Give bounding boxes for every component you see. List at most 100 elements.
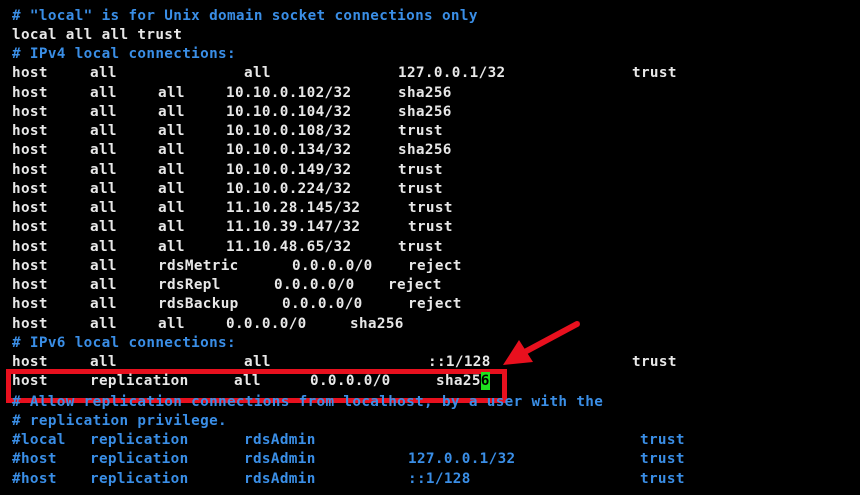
field-method: trust [640, 432, 685, 448]
comment-line: # IPv4 local connections: [12, 45, 236, 63]
field-type: host [12, 296, 48, 312]
field-address: 0.0.0.0/0 [310, 373, 391, 389]
field-database: all [90, 65, 117, 81]
field-address: ::1/128 [408, 471, 471, 487]
comment-line: # replication privilege. [12, 412, 227, 430]
field-address: 0.0.0.0/0 [292, 258, 373, 274]
field-type: host [12, 181, 48, 197]
field-method: sha256 [398, 85, 452, 101]
field-database: all [90, 142, 117, 158]
field-method: trust [408, 219, 453, 235]
field-database: all [90, 181, 117, 197]
field-database: all [90, 200, 117, 216]
field-address: 0.0.0.0/0 [282, 296, 363, 312]
field-method: sha256 [436, 372, 490, 390]
field-type: host [12, 373, 48, 389]
field-user: rdsRepl [158, 277, 221, 293]
field-user: all [244, 65, 271, 81]
field-database: all [90, 277, 117, 293]
line-text: # "local" is for Unix domain socket conn… [12, 8, 478, 24]
field-address: 11.10.28.145/32 [226, 200, 361, 216]
field-type: #local [12, 432, 66, 448]
field-address: 10.10.0.149/32 [226, 162, 352, 178]
field-user: all [158, 123, 185, 139]
field-address: 11.10.39.147/32 [226, 219, 361, 235]
field-address: 10.10.0.104/32 [226, 104, 352, 120]
field-address: 127.0.0.1/32 [408, 451, 516, 467]
field-type: #host [12, 471, 57, 487]
field-database: all [90, 239, 117, 255]
field-database: replication [90, 373, 189, 389]
field-type: host [12, 316, 48, 332]
field-method: reject [388, 277, 442, 293]
line-text: # replication privilege. [12, 413, 227, 429]
field-method: sha256 [398, 142, 452, 158]
field-type: host [12, 239, 48, 255]
field-database: all [90, 162, 117, 178]
field-address: 0.0.0.0/0 [274, 277, 355, 293]
field-database: all [90, 354, 117, 370]
field-user: rdsMetric [158, 258, 239, 274]
field-address: 11.10.48.65/32 [226, 239, 352, 255]
arrow-annotation-icon [503, 321, 580, 365]
field-user: rdsBackup [158, 296, 239, 312]
line-text: # Allow replication connections from loc… [12, 394, 604, 410]
field-user: all [244, 354, 271, 370]
field-method: trust [640, 471, 685, 487]
field-method: trust [408, 200, 453, 216]
field-user: rdsAdmin [244, 471, 316, 487]
field-user: all [158, 85, 185, 101]
field-method: trust [640, 451, 685, 467]
field-user: all [158, 219, 185, 235]
field-user: all [158, 200, 185, 216]
field-type: host [12, 258, 48, 274]
field-database: replication [90, 451, 189, 467]
field-database: replication [90, 471, 189, 487]
comment-line: # "local" is for Unix domain socket conn… [12, 7, 478, 25]
field-address: 10.10.0.224/32 [226, 181, 352, 197]
field-database: all [90, 316, 117, 332]
field-user: all [234, 373, 261, 389]
field-database: replication [90, 432, 189, 448]
field-type: #host [12, 451, 57, 467]
line-text: local all all trust [12, 27, 183, 43]
field-database: all [90, 258, 117, 274]
text-cursor: 6 [480, 372, 490, 390]
field-user: all [158, 316, 185, 332]
field-method: sha256 [398, 104, 452, 120]
field-type: host [12, 162, 48, 178]
field-type: host [12, 142, 48, 158]
field-database: all [90, 219, 117, 235]
field-database: all [90, 104, 117, 120]
field-address: 0.0.0.0/0 [226, 316, 307, 332]
field-user: rdsAdmin [244, 451, 316, 467]
field-address: 127.0.0.1/32 [398, 65, 506, 81]
field-method: trust [398, 239, 443, 255]
field-user: all [158, 239, 185, 255]
field-type: host [12, 85, 48, 101]
field-method: trust [398, 123, 443, 139]
field-user: all [158, 181, 185, 197]
field-database: all [90, 85, 117, 101]
terminal-window[interactable]: # "local" is for Unix domain socket conn… [0, 0, 860, 495]
field-method: sha256 [350, 316, 404, 332]
field-method: reject [408, 258, 462, 274]
field-type: host [12, 219, 48, 235]
line-text: # IPv6 local connections: [12, 335, 236, 351]
comment-line: # Allow replication connections from loc… [12, 393, 603, 411]
field-method: trust [398, 181, 443, 197]
line-text: # IPv4 local connections: [12, 46, 236, 62]
field-user: all [158, 104, 185, 120]
field-user: rdsAdmin [244, 432, 316, 448]
comment-line: # IPv6 local connections: [12, 334, 236, 352]
field-type: host [12, 277, 48, 293]
field-method: trust [398, 162, 443, 178]
field-type: host [12, 200, 48, 216]
field-address: 10.10.0.108/32 [226, 123, 352, 139]
field-user: all [158, 162, 185, 178]
field-method: trust [632, 65, 677, 81]
field-database: all [90, 296, 117, 312]
field-method: reject [408, 296, 462, 312]
field-user: all [158, 142, 185, 158]
field-address: 10.10.0.134/32 [226, 142, 352, 158]
